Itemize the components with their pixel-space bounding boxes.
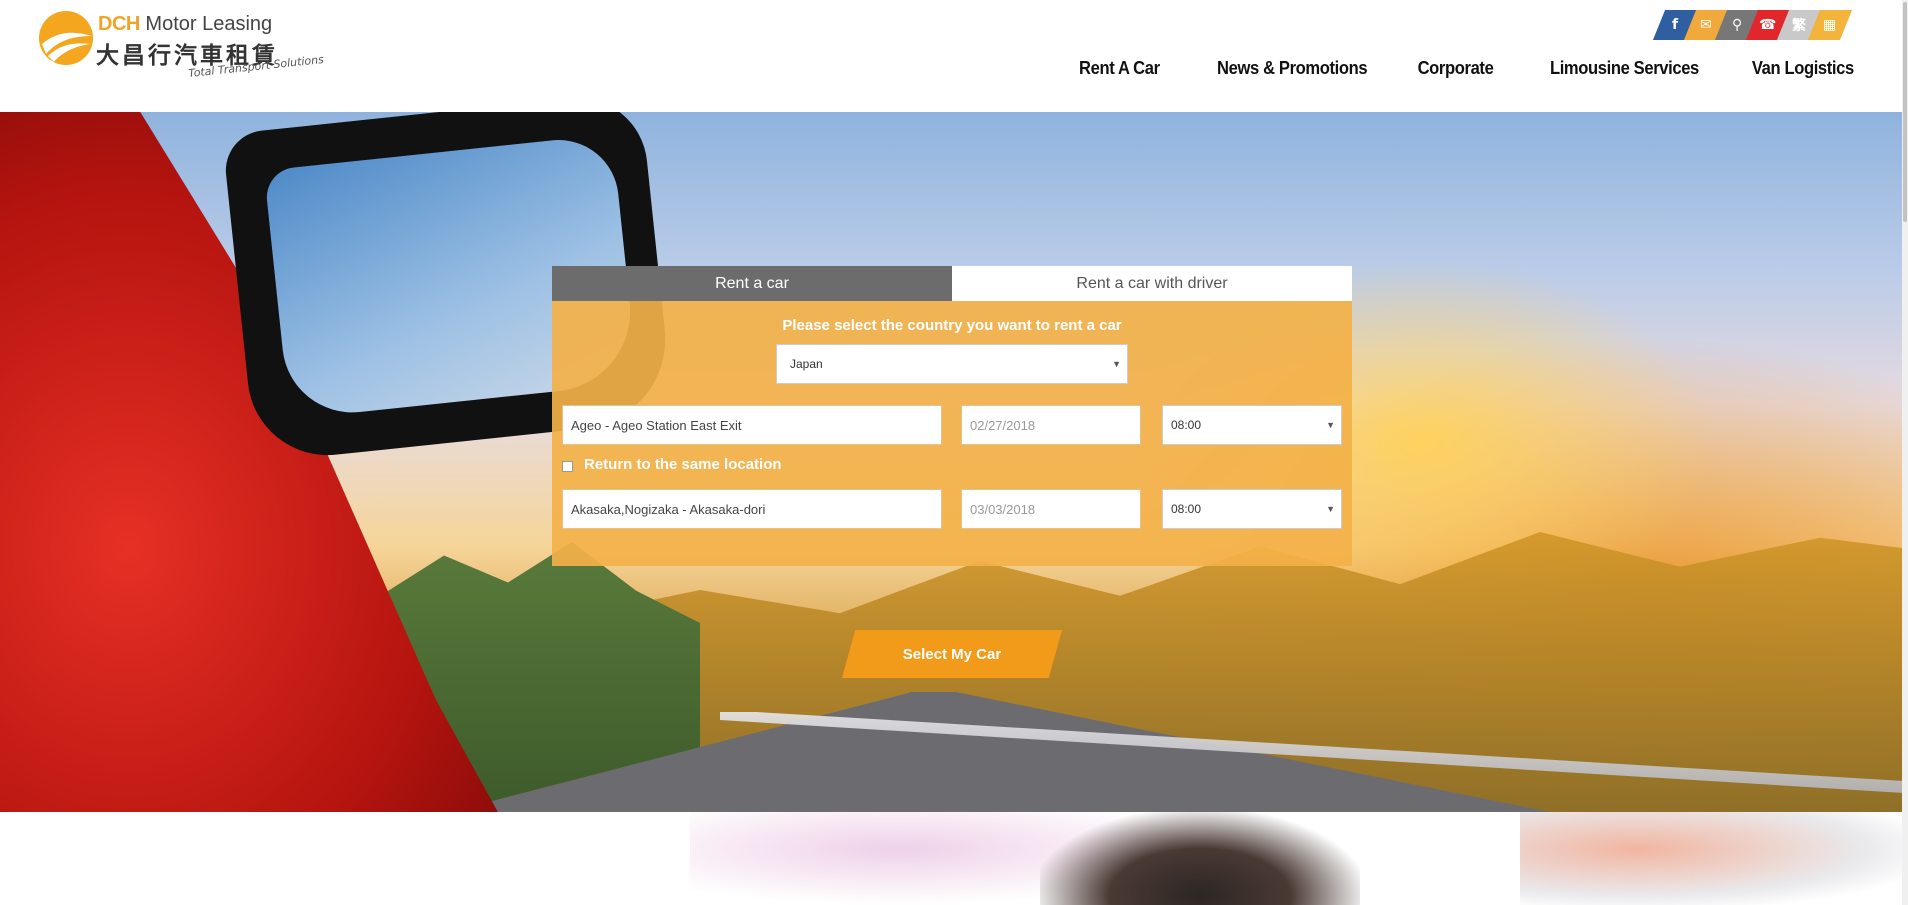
pickup-location-input[interactable]: Ageo - Ageo Station East Exit	[562, 405, 942, 445]
logo-dch: DCH	[98, 13, 140, 35]
page-scrollbar[interactable]	[1902, 0, 1908, 905]
promo-image-person	[1040, 812, 1360, 905]
scrollbar-thumb[interactable]	[1903, 2, 1907, 222]
nav-rent-a-car[interactable]: Rent A Car	[1079, 58, 1160, 79]
return-location-input[interactable]: Akasaka,Nogizaka - Akasaka-dori	[562, 489, 942, 529]
country-label: Please select the country you want to re…	[782, 317, 1122, 334]
pickup-time-select[interactable]: 08:00 ▼	[1162, 405, 1342, 445]
facebook-icon: f	[1671, 17, 1679, 33]
pickup-time-value: 08:00	[1171, 418, 1202, 432]
grid-icon: ▦	[1823, 17, 1837, 33]
chevron-down-icon: ▼	[1326, 420, 1335, 430]
chevron-down-icon: ▼	[1112, 359, 1121, 369]
return-time-value: 08:00	[1171, 502, 1202, 516]
nav-corporate[interactable]: Corporate	[1417, 58, 1493, 79]
site-header: DCH Motor Leasing 大昌行汽車租賃 Total Transpor…	[0, 0, 1908, 112]
promo-section	[0, 812, 1908, 905]
return-date-input[interactable]: 03/03/2018	[961, 489, 1141, 529]
language-icon: 繁	[1792, 18, 1806, 34]
tab-rent-a-car[interactable]: Rent a car	[552, 266, 952, 301]
nav-news-promotions[interactable]: News & Promotions	[1217, 58, 1368, 79]
country-value: Japan	[790, 357, 823, 371]
mail-icon: ✉	[1700, 17, 1712, 33]
site-logo[interactable]: DCH Motor Leasing 大昌行汽車租賃 Total Transpor…	[38, 10, 328, 85]
promo-image-right	[1520, 812, 1908, 905]
logo-motor-leasing: Motor Leasing	[145, 13, 273, 35]
phone-icon: ☎	[1759, 17, 1777, 33]
pickup-date-input[interactable]: 02/27/2018	[961, 405, 1141, 445]
return-same-label[interactable]: Return to the same location	[584, 456, 782, 473]
logo-brand: DCH Motor Leasing	[98, 13, 272, 36]
search-icon: ⚲	[1731, 17, 1743, 33]
nav-van-logistics[interactable]: Van Logistics	[1752, 58, 1854, 79]
chevron-down-icon: ▼	[1326, 504, 1335, 514]
return-same-checkbox[interactable]	[562, 461, 573, 472]
main-nav: Rent A Car News & Promotions Corporate L…	[1072, 58, 1854, 79]
nav-limousine-services[interactable]: Limousine Services	[1550, 58, 1699, 79]
select-my-car-button[interactable]: Select My Car	[842, 630, 1062, 678]
country-select[interactable]: Japan ▼	[776, 344, 1128, 384]
booking-tabs: Rent a car Rent a car with driver	[552, 266, 1352, 301]
tab-rent-with-driver[interactable]: Rent a car with driver	[952, 266, 1352, 301]
return-time-select[interactable]: 08:00 ▼	[1162, 489, 1342, 529]
logo-mark-icon	[39, 11, 93, 65]
social-bar: f ✉ ⚲ ☎ 繁 ▦	[1652, 10, 1853, 40]
booking-widget: Rent a car Rent a car with driver Please…	[552, 266, 1352, 566]
booking-panel: Please select the country you want to re…	[552, 301, 1352, 566]
